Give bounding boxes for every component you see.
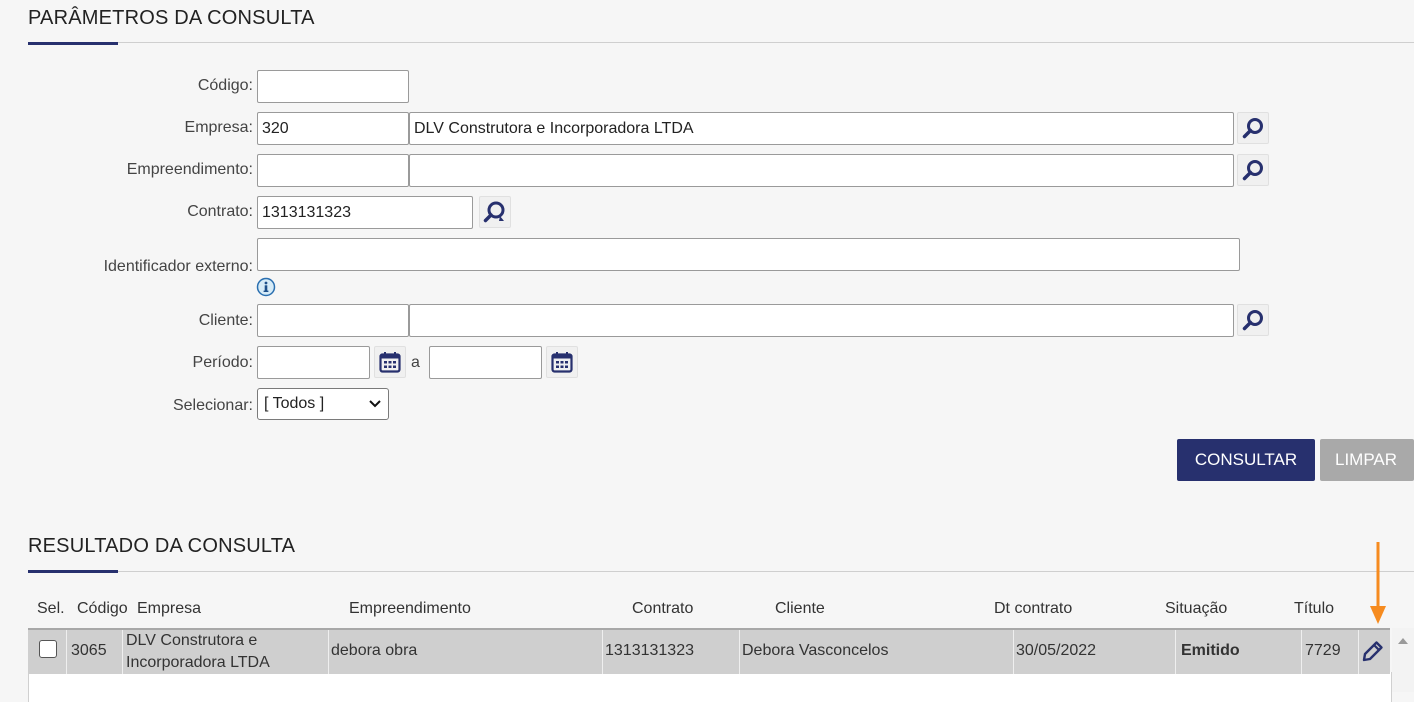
periodo-start-calendar-button[interactable] [374, 346, 406, 378]
row-titulo: 7729 [1305, 642, 1341, 659]
table-body [28, 672, 1392, 702]
cliente-label: Cliente: [198, 312, 253, 329]
row-situacao: Emitido [1181, 642, 1240, 659]
calendar-icon [379, 352, 401, 373]
selecionar-select[interactable]: [ Todos ] [257, 388, 389, 420]
scrollbar[interactable] [1392, 628, 1414, 692]
cell-divider [1013, 630, 1014, 674]
cell-divider [328, 630, 329, 674]
cell-divider [66, 630, 67, 674]
cell-divider [122, 630, 123, 674]
info-icon[interactable] [256, 277, 276, 297]
periodo-end-calendar-button[interactable] [546, 346, 578, 378]
empreendimento-code-input[interactable] [257, 154, 409, 187]
column-header-contrato[interactable]: Contrato [632, 600, 693, 618]
periodo-separator: a [411, 354, 420, 371]
row-select-checkbox[interactable] [39, 640, 57, 658]
row-contrato: 1313131323 [605, 642, 694, 659]
contrato-label: Contrato: [187, 203, 253, 220]
params-divider [28, 42, 1414, 43]
search-refresh-icon [483, 201, 505, 223]
periodo-label: Período: [192, 354, 253, 371]
row-empreendimento: debora obra [331, 642, 418, 659]
row-edit-button[interactable] [1361, 639, 1385, 663]
column-header-codigo[interactable]: Código [77, 600, 128, 618]
selecionar-value: [ Todos ] [264, 395, 325, 412]
result-section-title: RESULTADO DA CONSULTA [28, 535, 296, 557]
contrato-input[interactable] [257, 196, 473, 229]
column-header-titulo[interactable]: Título [1294, 600, 1334, 618]
result-divider-accent [28, 570, 118, 573]
cliente-search-button[interactable] [1237, 304, 1269, 336]
cell-divider [1175, 630, 1176, 674]
cliente-code-input[interactable] [257, 304, 409, 337]
result-divider [28, 571, 1414, 572]
chevron-down-icon [369, 400, 381, 408]
periodo-start-input[interactable] [257, 346, 370, 379]
column-header-dt-contrato[interactable]: Dt contrato [994, 600, 1072, 618]
row-empresa-line1: DLV Construtora e [126, 632, 258, 649]
codigo-input[interactable] [257, 70, 409, 103]
row-cliente: Debora Vasconcelos [742, 642, 889, 659]
empresa-search-button[interactable] [1237, 112, 1269, 144]
cell-divider [1358, 630, 1359, 674]
search-icon [1242, 118, 1263, 139]
empresa-name-input[interactable] [409, 112, 1234, 145]
codigo-label: Código: [197, 77, 253, 94]
row-dt-contrato: 30/05/2022 [1016, 642, 1097, 659]
empreendimento-search-button[interactable] [1237, 154, 1269, 186]
row-empresa: DLV Construtora e Incorporadora LTDA [126, 630, 270, 674]
calendar-icon [551, 352, 573, 373]
selecionar-label: Selecionar: [172, 397, 253, 414]
search-icon [1242, 310, 1263, 331]
column-header-sel[interactable]: Sel. [37, 600, 65, 618]
pencil-icon [1362, 641, 1383, 662]
cell-divider [602, 630, 603, 674]
arrow-down-icon [1368, 542, 1388, 632]
params-divider-accent [28, 42, 118, 45]
column-header-cliente[interactable]: Cliente [775, 600, 825, 618]
empreendimento-label: Empreendimento: [126, 161, 253, 178]
empreendimento-name-input[interactable] [409, 154, 1234, 187]
params-section-title: PARÂMETROS DA CONSULTA [28, 7, 315, 29]
column-header-empreendimento[interactable]: Empreendimento [349, 600, 471, 618]
empresa-label: Empresa: [184, 119, 253, 136]
contrato-search-button[interactable] [479, 196, 511, 228]
consultar-button[interactable]: CONSULTAR [1177, 439, 1315, 481]
limpar-button[interactable]: LIMPAR [1320, 439, 1414, 481]
identificador-input[interactable] [257, 238, 1240, 271]
periodo-end-input[interactable] [429, 346, 542, 379]
identificador-label: Identificador externo: [103, 258, 253, 275]
row-codigo: 3065 [71, 642, 107, 659]
cell-divider [739, 630, 740, 674]
search-icon [1242, 160, 1263, 181]
cliente-name-input[interactable] [409, 304, 1234, 337]
column-header-empresa[interactable]: Empresa [137, 600, 201, 618]
row-empresa-line2: Incorporadora LTDA [126, 654, 270, 671]
scroll-up-arrow-icon [1398, 638, 1408, 644]
cell-divider [1301, 630, 1302, 674]
column-header-situacao[interactable]: Situação [1165, 600, 1227, 618]
empresa-code-input[interactable] [257, 112, 409, 145]
